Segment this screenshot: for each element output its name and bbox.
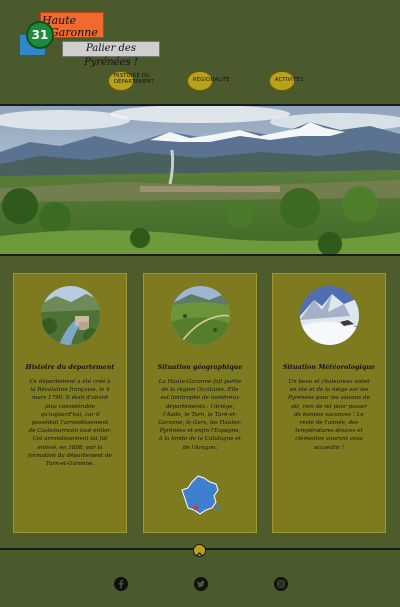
card-title: Situation géographique [157,363,243,371]
site-logo[interactable]: Haute Garonne 31 Palier des Pyrénées ! [18,12,163,68]
card-title: Histoire du departement [25,363,115,371]
nav-label-histoire: HISTOIRE DU DÉPARTEMENT [114,73,155,85]
logo-tagline: Palier des Pyrénées ! [62,41,160,68]
river-town-photo [41,286,100,345]
facebook-icon[interactable] [114,576,128,591]
main-navigation: HISTOIRE DU DÉPARTEMENT RÉGIONALITÉ ACTI… [0,70,400,94]
card-meteo: Situation Météorologique Un beau et chal… [272,273,386,533]
instagram-icon[interactable] [274,576,288,591]
green-hills-photo [171,286,230,345]
hero-banner-image [0,104,400,256]
snowy-mountain-photo [300,286,359,345]
main-content: Histoire du departement Ce département a… [0,256,400,548]
card-geographie: Situation géographique La Haute-Garonne … [143,273,257,533]
logo-line-2: Garonne [50,26,98,39]
nav-label-activites: ACTIVITÉS [275,77,304,83]
nav-label-regionalite: RÉGIONALITÉ [193,77,230,83]
site-footer [0,544,400,607]
card-text: La Haute-Garonne fait partie de la régio… [158,379,242,451]
chevron-up-icon [196,552,203,557]
back-to-top-button[interactable] [193,544,206,557]
nav-item-histoire[interactable]: HISTOIRE DU DÉPARTEMENT [108,70,154,92]
twitter-icon[interactable] [194,576,208,591]
france-map-icon [180,474,222,516]
nav-item-activites[interactable]: ACTIVITÉS [269,70,303,92]
card-histoire: Histoire du departement Ce département a… [13,273,127,533]
card-text: Un beau et chaleureux soleil en été et d… [288,379,370,451]
nav-item-regionalite[interactable]: RÉGIONALITÉ [187,70,230,92]
logo-department-number: 31 [26,21,54,49]
card-title: Situation Météorologique [282,363,376,371]
site-header: Haute Garonne 31 Palier des Pyrénées ! H… [0,0,400,104]
card-text: Ce département a été créé à la Révolutio… [28,379,112,468]
